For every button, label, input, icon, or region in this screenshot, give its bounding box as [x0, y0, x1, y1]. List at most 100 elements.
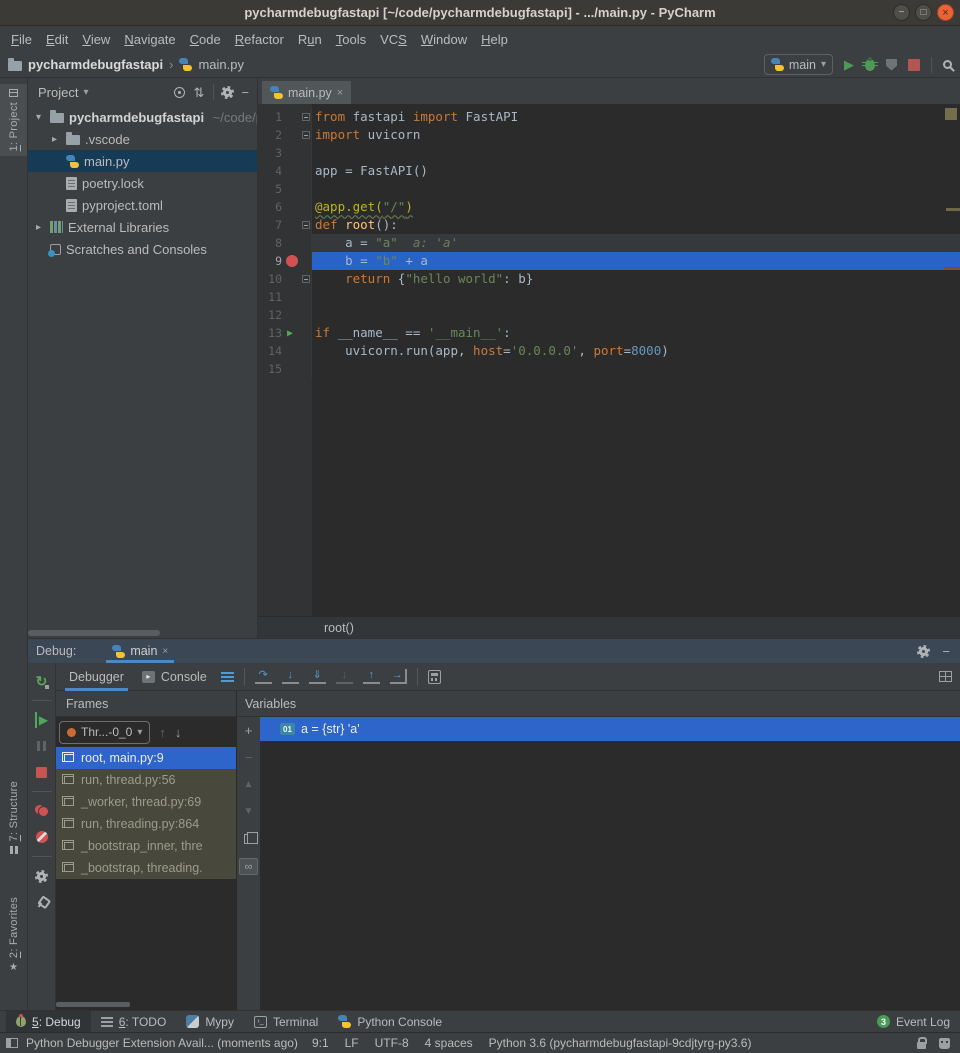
inspection-indicator[interactable] — [945, 108, 957, 120]
stripe-project[interactable]: 1: Project — [0, 84, 27, 156]
tree-item-vscode[interactable]: ▸.vscode — [28, 128, 257, 150]
frame-run-threading-py-864[interactable]: run, threading.py:864 — [56, 813, 236, 835]
frames-hscrollbar[interactable] — [56, 1002, 130, 1007]
code-line-1[interactable]: 1from fastapi import FastAPI — [258, 108, 960, 126]
coverage-button[interactable] — [886, 59, 897, 71]
menu-run[interactable]: Run — [291, 29, 329, 50]
code-line-6[interactable]: 6@app.get("/") — [258, 198, 960, 216]
gear-icon[interactable] — [223, 88, 232, 97]
menu-file[interactable]: File — [4, 29, 39, 50]
pin-icon[interactable] — [33, 894, 50, 911]
status-utf-8[interactable]: UTF-8 — [375, 1036, 409, 1050]
step-over-icon[interactable]: ↷ — [255, 669, 272, 684]
toolwindow-mypy[interactable]: Mypy — [176, 1011, 244, 1032]
duplicate-icon[interactable] — [244, 831, 253, 846]
menu-code[interactable]: Code — [183, 29, 228, 50]
tree-item-main-py[interactable]: main.py — [28, 150, 257, 172]
tree-item-scratches-and-consoles[interactable]: Scratches and Consoles — [28, 238, 257, 260]
variable-row[interactable]: 01 a = {str} 'a' — [260, 717, 960, 741]
breadcrumb-project[interactable]: pycharmdebugfastapi — [28, 57, 163, 72]
code-line-2[interactable]: 2import uvicorn — [258, 126, 960, 144]
toolwindow-toggle-icon[interactable] — [6, 1038, 18, 1048]
frame-run-thread-py-56[interactable]: run, thread.py:56 — [56, 769, 236, 791]
tab-console[interactable]: ▸ Console — [138, 663, 211, 691]
tree-item-external-libraries[interactable]: ▸External Libraries — [28, 216, 257, 238]
breakpoint-icon[interactable] — [284, 252, 301, 270]
step-out-icon[interactable]: ↑ — [363, 669, 380, 684]
close-button[interactable]: × — [937, 4, 954, 21]
restore-layout-icon[interactable] — [939, 671, 952, 682]
hector-inspector-icon[interactable] — [939, 1038, 950, 1049]
menu-help[interactable]: Help — [474, 29, 515, 50]
collapse-all-icon[interactable]: ⇅ — [194, 86, 205, 99]
rerun-icon[interactable]: ↻ — [36, 673, 48, 689]
frame-bootstrap-inner-thre[interactable]: _bootstrap_inner, thre — [56, 835, 236, 857]
code-line-8[interactable]: 8 a = "a" a: 'a' — [258, 234, 960, 252]
run-config-dropdown[interactable]: main ▾ — [764, 54, 833, 75]
breadcrumb-file[interactable]: main.py — [198, 57, 244, 72]
status-4-spaces[interactable]: 4 spaces — [425, 1036, 473, 1050]
status-lf[interactable]: LF — [345, 1036, 359, 1050]
hide-panel-icon[interactable]: − — [942, 645, 950, 658]
menu-refactor[interactable]: Refactor — [228, 29, 291, 50]
show-watches-icon[interactable]: ∞ — [239, 858, 258, 875]
fold-marker-icon[interactable] — [302, 113, 310, 121]
project-hscrollbar[interactable] — [28, 630, 160, 636]
run-to-cursor-icon[interactable]: → — [390, 669, 407, 684]
stripe-breakpoint-mark[interactable] — [944, 267, 960, 270]
fold-marker-icon[interactable] — [302, 221, 310, 229]
mute-breakpoints-icon[interactable] — [36, 831, 48, 843]
toolwindow-5-debug[interactable]: 5: Debug — [6, 1011, 91, 1032]
menu-navigate[interactable]: Navigate — [117, 29, 182, 50]
maximize-button[interactable]: □ — [915, 4, 932, 21]
status-python-3-6-pycharmdebugf[interactable]: Python 3.6 (pycharmdebugfastapi-9cdjtyrg… — [489, 1036, 752, 1050]
status-message[interactable]: Python Debugger Extension Avail... (mome… — [26, 1036, 298, 1050]
status-9-1[interactable]: 9:1 — [312, 1036, 329, 1050]
code-line-9[interactable]: 9 b = "b" + a — [258, 252, 960, 270]
debug-settings-icon[interactable] — [37, 872, 46, 881]
run-line-icon[interactable] — [284, 324, 301, 342]
view-breakpoints-icon[interactable] — [35, 805, 49, 817]
add-watch-icon[interactable]: + — [245, 723, 253, 738]
event-log-button[interactable]: 3 Event Log — [877, 1015, 950, 1029]
close-icon[interactable]: × — [162, 646, 168, 657]
menu-edit[interactable]: Edit — [39, 29, 75, 50]
resume-icon[interactable]: ▶ — [35, 712, 48, 728]
toolwindow-terminal[interactable]: ›_Terminal — [244, 1011, 328, 1032]
menu-tools[interactable]: Tools — [329, 29, 373, 50]
toolwindow-6-todo[interactable]: 6: TODO — [91, 1011, 177, 1032]
toolwindow-python-console[interactable]: Python Console — [328, 1011, 452, 1032]
force-step-into-icon[interactable]: ⇓ — [309, 669, 326, 684]
code-line-3[interactable]: 3 — [258, 144, 960, 162]
frame-root-main-py-9[interactable]: root, main.py:9 — [56, 747, 236, 769]
menu-vcs[interactable]: VCS — [373, 29, 414, 50]
code-line-7[interactable]: 7def root(): — [258, 216, 960, 234]
code-area[interactable]: 1from fastapi import FastAPI2import uvic… — [258, 104, 960, 616]
tree-item-pycharmdebugfastapi[interactable]: ▾pycharmdebugfastapi ~/code/pycharmdebug… — [28, 106, 257, 128]
stop-icon[interactable] — [36, 767, 47, 778]
code-line-14[interactable]: 14 uvicorn.run(app, host='0.0.0.0', port… — [258, 342, 960, 360]
fold-marker-icon[interactable] — [302, 131, 310, 139]
readonly-lock-icon[interactable] — [917, 1042, 926, 1049]
close-icon[interactable]: × — [337, 87, 343, 99]
hide-panel-icon[interactable]: − — [241, 86, 249, 99]
menu-window[interactable]: Window — [414, 29, 474, 50]
menu-view[interactable]: View — [75, 29, 117, 50]
project-panel-title[interactable]: Project — [38, 85, 78, 100]
gear-icon[interactable] — [919, 647, 928, 656]
fold-marker-icon[interactable] — [302, 275, 310, 283]
code-line-15[interactable]: 15 — [258, 360, 960, 378]
chevron-down-icon[interactable]: ▾ — [83, 87, 88, 98]
code-line-13[interactable]: 13if __name__ == '__main__': — [258, 324, 960, 342]
threads-menu-icon[interactable] — [221, 672, 234, 682]
debug-button[interactable] — [865, 59, 875, 71]
stripe-structure[interactable]: 7: Structure — [0, 776, 27, 859]
code-line-12[interactable]: 12 — [258, 306, 960, 324]
frame-down-icon[interactable]: ↓ — [175, 725, 182, 740]
stripe-favorites[interactable]: 2: Favorites ★ — [0, 892, 27, 978]
locate-file-icon[interactable] — [174, 87, 185, 98]
code-line-4[interactable]: 4app = FastAPI() — [258, 162, 960, 180]
minimize-button[interactable]: − — [893, 4, 910, 21]
debug-session-tab[interactable]: main × — [106, 639, 174, 663]
tab-debugger[interactable]: Debugger — [65, 663, 128, 691]
